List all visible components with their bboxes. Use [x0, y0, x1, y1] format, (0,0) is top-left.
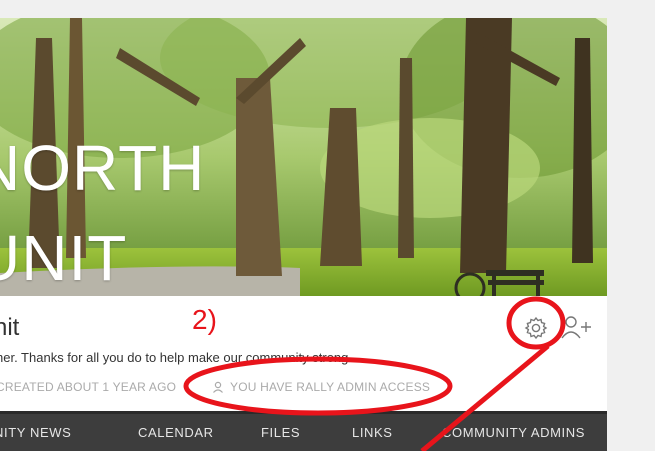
- tab-community-admins[interactable]: COMMUNITY ADMINS: [442, 425, 585, 440]
- community-nav: NITY NEWS CALENDAR FILES LINKS COMMUNITY…: [0, 411, 607, 451]
- tab-calendar[interactable]: CALENDAR: [138, 425, 214, 440]
- step-label: 2): [192, 304, 217, 335]
- tab-community-news[interactable]: NITY NEWS: [0, 425, 71, 440]
- tab-files[interactable]: FILES: [261, 425, 300, 440]
- community-card: NORTH UNIT nit her. Thanks for all you d…: [0, 18, 607, 451]
- admin-access-status: YOU HAVE RALLY ADMIN ACCESS: [212, 380, 430, 394]
- created-date: CREATED ABOUT 1 YEAR AGO: [0, 380, 177, 394]
- settings-button[interactable]: [524, 316, 548, 340]
- banner-image: NORTH UNIT: [0, 18, 607, 296]
- community-description: her. Thanks for all you do to help make …: [0, 350, 352, 365]
- user-icon: [213, 381, 223, 393]
- add-user-icon: [561, 316, 591, 339]
- community-name: nit: [0, 314, 20, 341]
- admin-access-label: YOU HAVE RALLY ADMIN ACCESS: [230, 380, 431, 394]
- banner-title-line2: UNIT: [0, 222, 128, 294]
- gear-icon: [524, 316, 548, 340]
- tab-links[interactable]: LINKS: [352, 425, 393, 440]
- banner-title-line1: NORTH: [0, 132, 206, 204]
- add-member-button[interactable]: [560, 314, 594, 340]
